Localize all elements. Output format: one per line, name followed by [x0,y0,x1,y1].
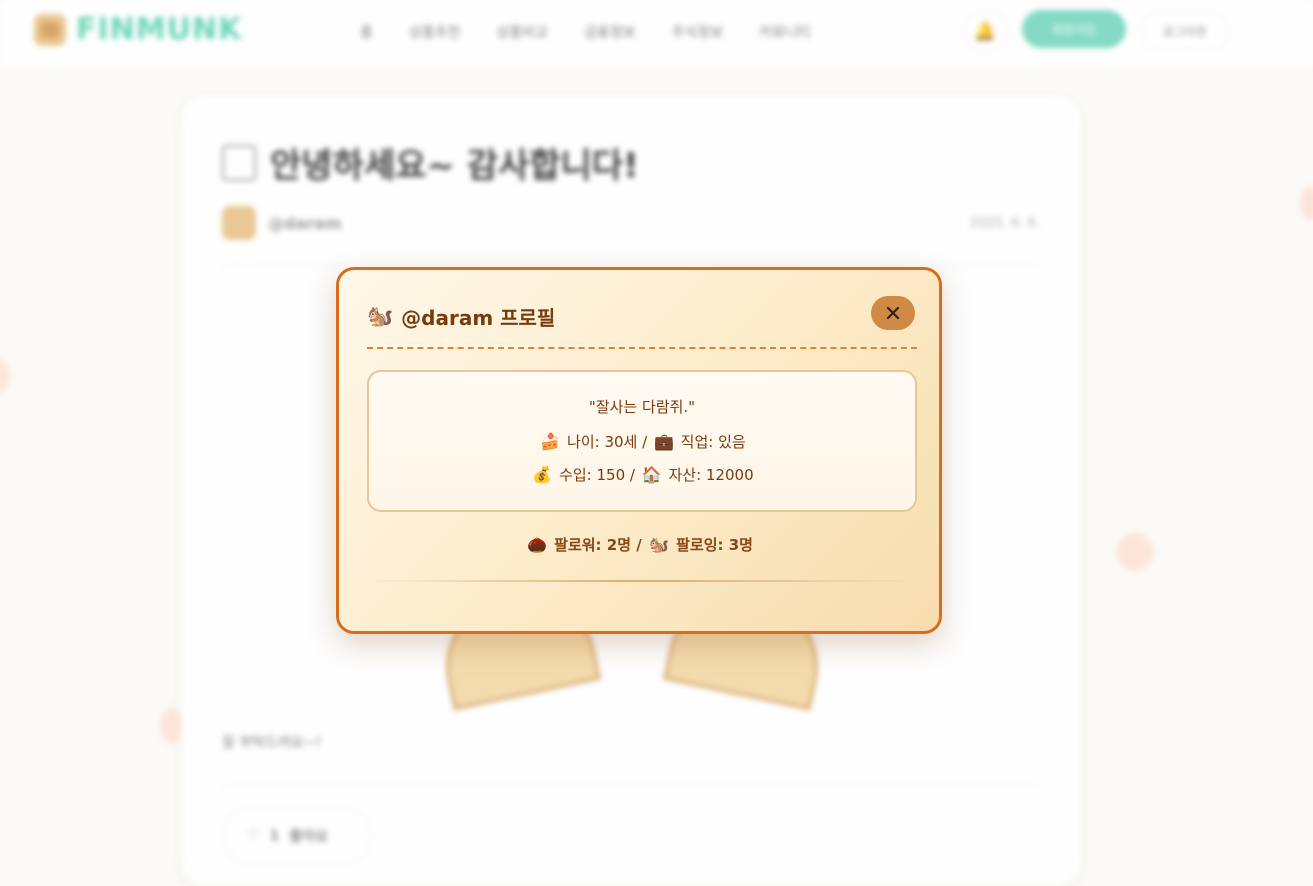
age-job-row: 🍰 나이: 30세 / 💼 직업: 있음 [369,431,915,452]
nav-item-compare[interactable]: 상품비교 [496,22,548,42]
brand-name: FINMUNK [76,12,243,47]
author-row: @daram [222,206,342,240]
heart-icon: ♡ [247,828,260,844]
squirrel-icon: 🐿️ [367,304,394,328]
money-bag-icon: 💰 [532,465,553,484]
job-label: 직업: 있음 [680,433,746,451]
post-title-row: 안녕하세요~ 감사합니다! [222,138,639,187]
following-label: 팔로잉: 3명 [676,536,753,554]
income-assets-row: 💰 수입: 150 / 🏠 자산: 12000 [369,464,915,485]
like-count: 1 [269,828,280,844]
post-body: 잘 부탁드려요~! [222,735,322,751]
nav-item-home[interactable]: 홈 [360,22,373,42]
logo[interactable]: FINMUNK [34,12,242,47]
post-title: 안녕하세요~ 감사합니다! [270,146,639,186]
top-header: FINMUNK 홈 상품추천 상품비교 금융정보 주식정보 커뮤니티 🔔 회원가… [0,0,1313,70]
squirrel-icon: 🐿️ [648,535,669,554]
separator: / [642,433,648,451]
cake-icon: 🍰 [540,432,561,451]
close-icon [886,306,900,320]
followers-link[interactable]: 🌰 팔로워: 2명 [525,535,636,554]
house-icon: 🏠 [641,465,662,484]
close-button[interactable] [871,296,915,330]
separator: / [636,536,642,554]
modal-title: @daram 프로필 [401,306,556,330]
nav-item-finance-info[interactable]: 금융정보 [584,22,636,42]
nav-item-recommend[interactable]: 상품추천 [409,22,461,42]
memo-icon [222,144,256,181]
signup-button[interactable]: 회원가입 [1022,10,1126,48]
age-label: 나이: 30세 [567,433,638,451]
decorative-bubble [1116,533,1154,571]
chestnut-icon: 🌰 [527,535,547,554]
income-label: 수입: 150 [559,466,626,484]
profile-modal: 🐿️ @daram 프로필 "잘사는 다람쥐." 🍰 나이: 30세 / 💼 직… [336,267,942,634]
followers-label: 팔로워: 2명 [554,536,632,554]
profile-quote: "잘사는 다람쥐." [588,398,696,416]
separator: / [629,466,635,484]
logout-button[interactable]: 로그아웃 [1140,12,1230,50]
like-label: 좋아요 [289,829,328,845]
follow-stats-row: 🌰 팔로워: 2명 / 🐿️ 팔로잉: 3명 [339,534,939,555]
author-name[interactable]: @daram [268,214,342,233]
decorative-bubble [160,708,182,744]
assets-label: 자산: 12000 [668,466,754,484]
logo-emblem-icon [34,13,66,46]
main-nav: 홈 상품추천 상품비교 금융정보 주식정보 커뮤니티 [360,22,811,42]
nav-item-community[interactable]: 커뮤니티 [759,22,811,42]
post-date: 2025. 6. 6. [969,216,1040,231]
briefcase-icon: 💼 [653,432,674,451]
like-button[interactable]: ♡ 1 좋아요 [222,808,372,864]
modal-title-row: 🐿️ @daram 프로필 [367,302,555,331]
bell-icon[interactable]: 🔔 [962,10,1008,52]
nav-item-stock-info[interactable]: 주식정보 [671,22,723,42]
profile-info-box: "잘사는 다람쥐." 🍰 나이: 30세 / 💼 직업: 있음 💰 수입: 15… [367,370,917,512]
divider [222,786,1040,787]
decorative-bubble [1300,186,1313,220]
bottom-divider [367,580,917,582]
following-link[interactable]: 🐿️ 팔로잉: 3명 [647,535,753,554]
avatar[interactable] [222,206,256,240]
decorative-bubble [0,358,10,394]
dashed-divider [367,347,917,349]
